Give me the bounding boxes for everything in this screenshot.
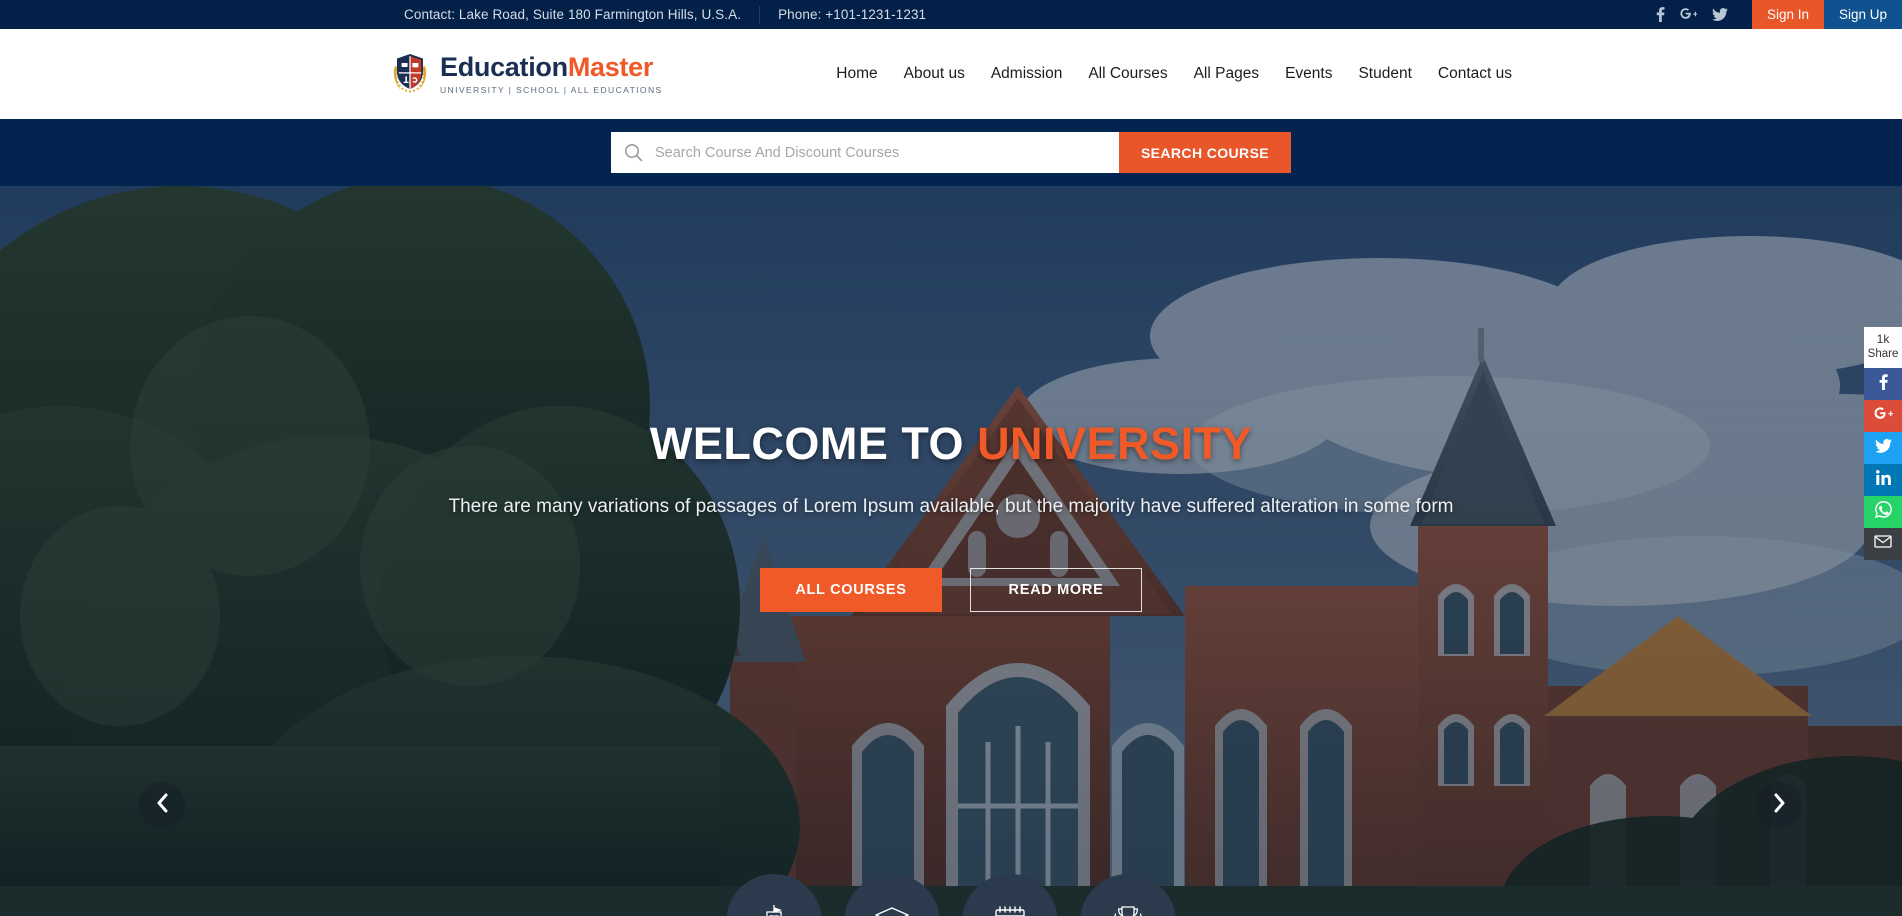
share-sidebar: 1k Share [1864,327,1902,561]
search-box: SEARCH COURSE [611,132,1291,173]
graduation-cap-icon [874,905,910,916]
trophy-icon [1110,904,1146,916]
logo-tagline: UNIVERSITY | SCHOOL | ALL EDUCATIONS [440,84,663,95]
share-linkedin-button[interactable] [1864,464,1902,497]
nav-item-home[interactable]: Home [836,65,877,83]
share-facebook-button[interactable] [1864,368,1902,401]
logo-secondary-text: Master [567,52,654,83]
read-more-button[interactable]: READ MORE [970,568,1142,612]
search-course-button[interactable]: SEARCH COURSE [1119,132,1291,173]
sign-up-button[interactable]: Sign Up [1823,0,1902,29]
page-root: Contact: Lake Road, Suite 180 Farmington… [0,0,1902,916]
search-band: SEARCH COURSE [0,119,1902,186]
share-twitter-button[interactable] [1864,432,1902,465]
nav-item-contact-us[interactable]: Contact us [1438,65,1512,83]
nav-item-about-us[interactable]: About us [904,65,965,83]
google-plus-icon[interactable] [1680,8,1697,21]
logo-primary-text: Education [440,52,568,83]
hero-subtitle: There are many variations of passages of… [448,496,1454,517]
search-icon [611,132,655,173]
facebook-icon [1879,374,1888,395]
sign-in-button[interactable]: Sign In [1751,0,1824,29]
hero-content: WELCOME TO UNIVERSITY There are many var… [0,418,1902,612]
shield-crest-icon [390,52,430,96]
share-whatsapp-button[interactable] [1864,496,1902,529]
all-courses-button[interactable]: ALL COURSES [760,568,942,612]
search-input[interactable] [655,132,1119,173]
hero-title-accent: UNIVERSITY [977,418,1253,469]
nav-item-all-pages[interactable]: All Pages [1194,65,1259,83]
nav-item-events[interactable]: Events [1285,65,1332,83]
site-logo[interactable]: EducationMaster UNIVERSITY | SCHOOL | AL… [390,52,663,96]
nav-item-all-courses[interactable]: All Courses [1088,65,1167,83]
share-email-button[interactable] [1864,528,1902,561]
site-header: EducationMaster UNIVERSITY | SCHOOL | AL… [0,29,1902,119]
chevron-left-icon [156,793,169,818]
contact-phone: Phone: +101-1231-1231 [778,7,927,22]
twitter-icon[interactable] [1711,8,1728,21]
google-plus-icon [1874,407,1893,426]
nav-item-admission[interactable]: Admission [991,65,1063,83]
share-google-plus-button[interactable] [1864,400,1902,433]
hero-title: WELCOME TO UNIVERSITY [650,418,1252,470]
feature-university-button[interactable] [726,874,822,916]
whatsapp-icon [1874,501,1892,523]
twitter-icon [1874,438,1892,458]
carousel-prev-button[interactable] [139,782,185,828]
feature-circle-row [0,874,1902,916]
hero-slider: WELCOME TO UNIVERSITY There are many var… [0,186,1902,916]
share-count-label: Share [1867,348,1899,360]
university-building-icon [757,903,791,916]
feature-achievements-button[interactable] [1080,874,1176,916]
facebook-icon[interactable] [1656,7,1665,22]
top-bar: Contact: Lake Road, Suite 180 Farmington… [0,0,1902,29]
linkedin-icon [1875,470,1891,490]
contact-block: Contact: Lake Road, Suite 180 Farmington… [404,5,927,24]
share-count-value: 1k [1876,332,1890,346]
calendar-icon [994,905,1026,916]
share-count: 1k Share [1864,327,1902,369]
feature-graduation-button[interactable] [844,874,940,916]
hero-buttons: ALL COURSES READ MORE [760,568,1142,612]
feature-events-button[interactable] [962,874,1058,916]
top-social-links [1656,7,1728,22]
main-navigation: Home About us Admission All Courses All … [836,65,1512,83]
contact-address: Contact: Lake Road, Suite 180 Farmington… [404,7,742,22]
nav-item-student[interactable]: Student [1358,65,1411,83]
email-icon [1874,535,1892,553]
carousel-next-button[interactable] [1756,782,1802,828]
hero-title-white: WELCOME TO [649,418,978,469]
chevron-right-icon [1773,793,1786,818]
